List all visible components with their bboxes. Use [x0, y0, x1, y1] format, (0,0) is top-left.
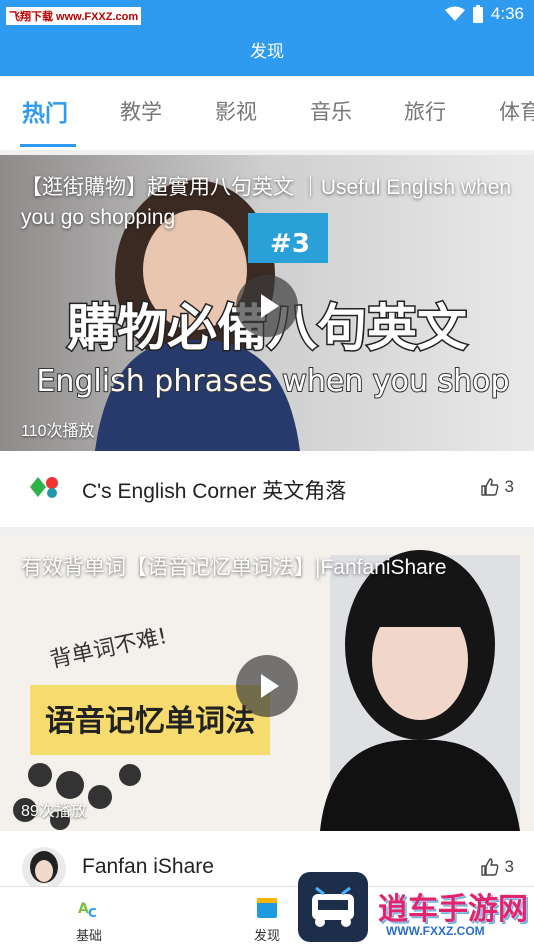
- book-icon: [257, 898, 277, 918]
- nav-label: 发现: [253, 928, 280, 943]
- like-count: 3: [504, 477, 514, 496]
- like-count: 3: [504, 857, 514, 876]
- channel-name[interactable]: C's English Corner 英文角落: [82, 475, 346, 505]
- avatar[interactable]: [22, 467, 66, 511]
- tab-teaching[interactable]: 教学: [120, 96, 162, 126]
- nav-item-discover[interactable]: 发现: [237, 895, 297, 944]
- wifi-icon: [444, 6, 465, 21]
- video-title: 有效背单词【语音记忆单词法】|FanfaniShare: [21, 556, 447, 579]
- nav-item-basics[interactable]: AC 基础: [59, 895, 119, 944]
- tab-hot[interactable]: 热门: [22, 94, 68, 128]
- tab-movies[interactable]: 影视: [215, 96, 257, 126]
- tab-music[interactable]: 音乐: [310, 96, 352, 126]
- page-title: 发现: [0, 30, 534, 76]
- watermark: 飞翔下载 www.FXXZ.com: [6, 7, 142, 25]
- thumbnail-subline: English phrases when you shop: [36, 364, 509, 399]
- like-button[interactable]: 3: [480, 477, 514, 497]
- thumbnail-headline: 语音记忆单词法: [45, 704, 255, 739]
- thumbs-up-icon: [480, 858, 498, 876]
- nav-label: 基础: [75, 928, 102, 943]
- play-count: 110次播放: [21, 423, 95, 440]
- tab-travel[interactable]: 旅行: [404, 96, 446, 126]
- watermark-logo: [298, 872, 368, 942]
- watermark-url: WWW.FXXZ.COM: [386, 924, 485, 938]
- video-thumbnail[interactable]: #3 購物必備八句英文 English phrases when you sho…: [0, 155, 534, 451]
- play-icon[interactable]: [236, 655, 298, 717]
- video-card[interactable]: #3 購物必備八句英文 English phrases when you sho…: [0, 155, 534, 527]
- abc-icon: AC: [78, 901, 97, 920]
- battery-icon: [472, 5, 483, 23]
- play-icon[interactable]: [236, 275, 298, 337]
- svg-text:C: C: [88, 906, 97, 920]
- video-thumbnail[interactable]: 语音记忆单词法 背单词不难! 有效背单词【语音记忆单词法】|FanfaniSha…: [0, 535, 534, 831]
- tab-sports[interactable]: 体育: [499, 96, 534, 126]
- status-bar: 飞翔下载 www.FXXZ.com 4:36: [0, 0, 534, 30]
- clock: 4:36: [490, 4, 524, 23]
- category-tabs: 热门 教学 影视 音乐 旅行 体育: [0, 76, 534, 150]
- status-icons: 4:36: [444, 4, 524, 24]
- avatar[interactable]: [22, 847, 66, 891]
- thumbs-up-icon: [480, 478, 498, 496]
- channel-name[interactable]: Fanfan iShare: [82, 855, 214, 879]
- play-count: 89次播放: [21, 803, 87, 820]
- channel-row[interactable]: C's English Corner 英文角落 3: [0, 451, 534, 527]
- watermark-text: 逍车手游网: [378, 893, 528, 926]
- like-button[interactable]: 3: [480, 857, 514, 877]
- video-card[interactable]: 语音记忆单词法 背单词不难! 有效背单词【语音记忆单词法】|FanfaniSha…: [0, 535, 534, 907]
- thumbnail-hashtag: #3: [270, 229, 310, 259]
- active-tab-indicator: [20, 144, 76, 147]
- video-title: 【逛街購物】超實用八句英文 ｜Useful English when you g…: [21, 176, 512, 229]
